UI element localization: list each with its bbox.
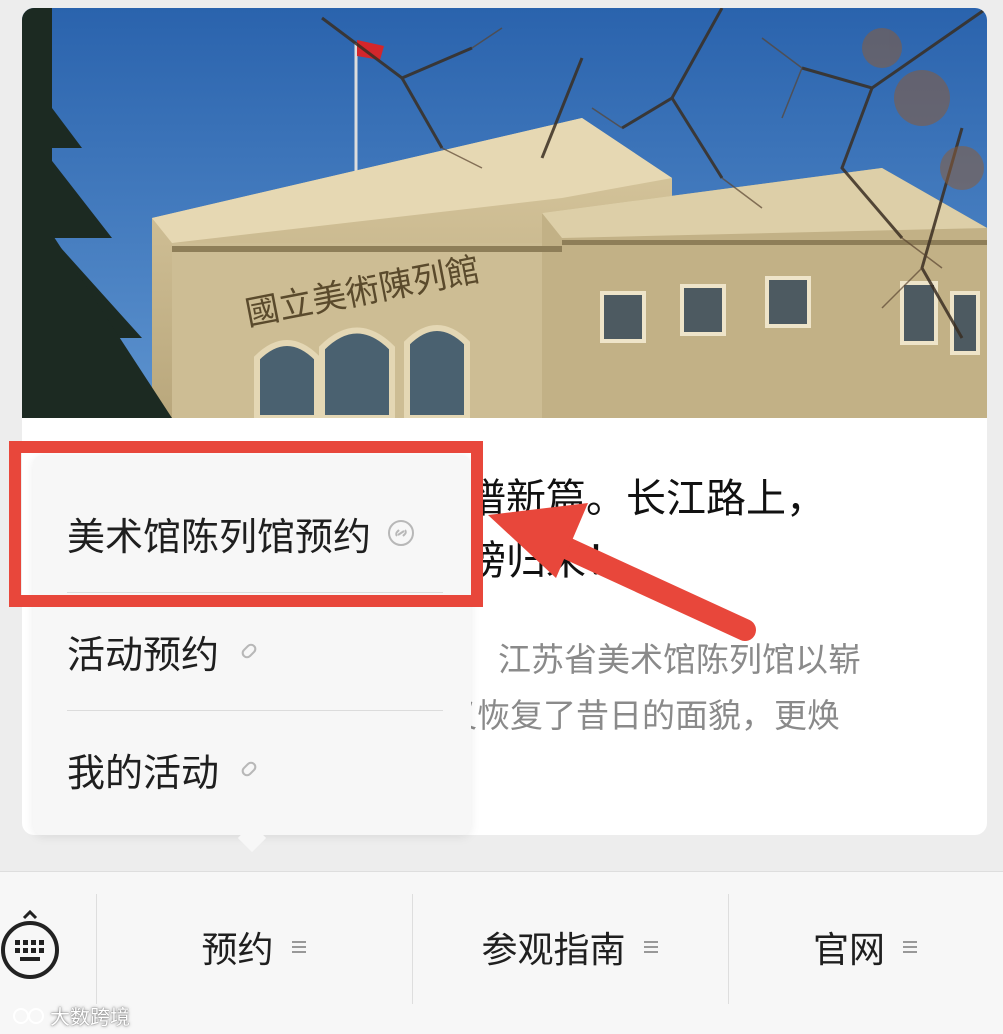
- bottom-menu-label: 预约: [201, 930, 274, 971]
- watermark-logo-icon: [13, 1007, 44, 1024]
- menu-item-label: 活动预约: [67, 632, 220, 677]
- article-title: 谱新篇。长江路上， 榜归来！: [466, 468, 966, 592]
- article-title-line2: 榜归来！: [466, 538, 626, 584]
- keyboard-icon: [1, 909, 59, 979]
- mini-program-link-icon: [387, 519, 415, 547]
- hero-image: 國立美術陳列館: [22, 8, 987, 418]
- menu-item-label: 美术馆陈列馆预约: [67, 514, 372, 559]
- menu-item-activity-reservation[interactable]: 活动预约: [67, 593, 443, 709]
- bottom-menu-bar: 预约 参观指南 官网: [0, 871, 1003, 1034]
- article-summary-line1: 江苏省美术馆陈列馆以崭: [498, 640, 861, 679]
- bottom-menu-official-site[interactable]: 官网: [729, 912, 1003, 982]
- article-summary: 江苏省美术馆陈列馆以崭 又恢复了昔日的面貌，更焕: [444, 632, 954, 744]
- bottom-menu-reserve[interactable]: 预约: [97, 912, 412, 982]
- link-icon: [235, 637, 263, 665]
- bottom-menu-visit-guide[interactable]: 参观指南: [413, 912, 728, 982]
- bottom-menu-label: 官网: [812, 930, 885, 971]
- watermark: 大数跨境: [12, 1001, 130, 1030]
- menu-lines-icon: [642, 938, 660, 956]
- menu-item-my-activities[interactable]: 我的活动: [67, 711, 443, 827]
- article-title-line1: 谱新篇。长江路上，: [466, 476, 826, 522]
- menu-lines-icon: [901, 938, 919, 956]
- menu-item-label: 我的活动: [67, 750, 220, 795]
- article-summary-line2: 又恢复了昔日的面貌，更焕: [444, 696, 840, 735]
- submenu-popup: 美术馆陈列馆预约 活动预约 我的活动: [33, 455, 471, 835]
- keyboard-toggle-button[interactable]: [0, 909, 64, 980]
- link-icon: [235, 755, 263, 783]
- bottom-menu-label: 参观指南: [481, 930, 626, 971]
- menu-item-gallery-reservation[interactable]: 美术馆陈列馆预约: [67, 475, 443, 591]
- watermark-text: 大数跨境: [50, 1005, 130, 1029]
- menu-lines-icon: [290, 938, 308, 956]
